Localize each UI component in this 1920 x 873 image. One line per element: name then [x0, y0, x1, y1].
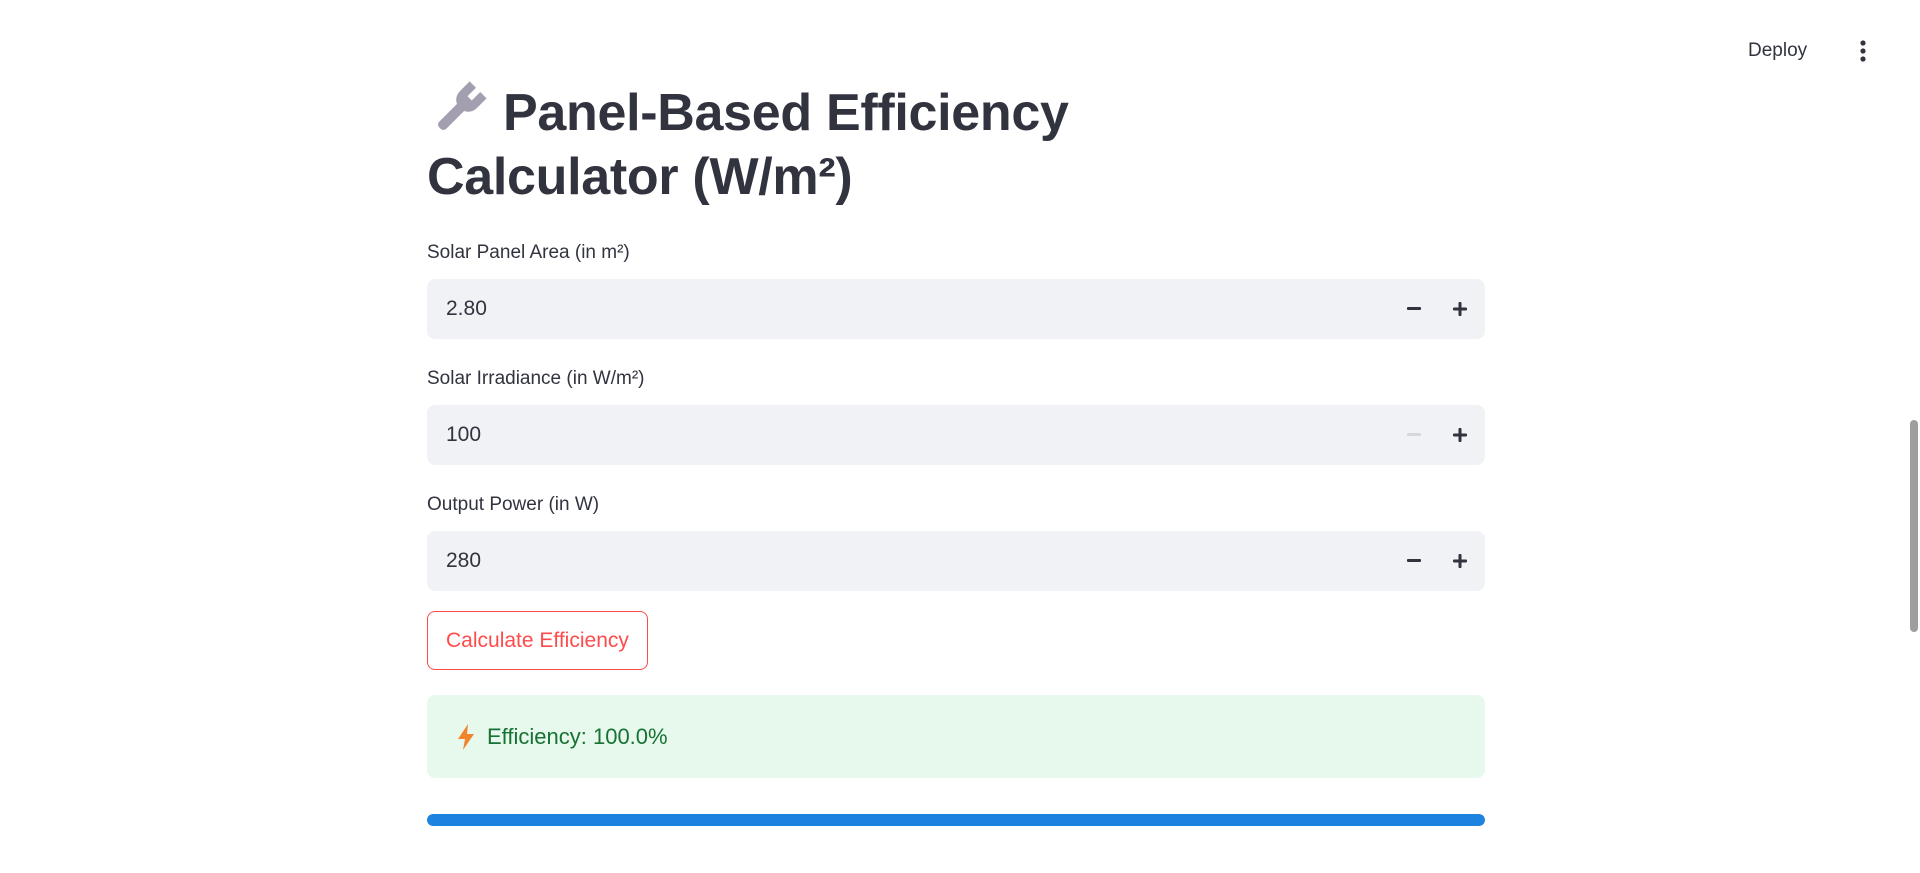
vertical-ellipsis-icon	[1860, 40, 1866, 62]
output-power-field: Output Power (in W)	[427, 492, 1485, 591]
panel-area-field: Solar Panel Area (in m²)	[427, 240, 1485, 339]
irradiance-field: Solar Irradiance (in W/m²)	[427, 366, 1485, 465]
app-root: Deploy Panel-Based Efficiency Calculator…	[0, 0, 1920, 873]
minus-icon	[1407, 307, 1421, 310]
page-scrollbar[interactable]	[1908, 0, 1920, 873]
plus-icon	[1453, 428, 1467, 442]
plus-icon	[1453, 554, 1467, 568]
irradiance-input[interactable]	[427, 405, 1327, 465]
output-power-input-wrapper	[427, 531, 1485, 591]
panel-area-input[interactable]	[427, 279, 1327, 339]
panel-area-increment-button[interactable]	[1437, 279, 1483, 339]
irradiance-decrement-button[interactable]	[1391, 405, 1437, 465]
calculate-efficiency-button[interactable]: Calculate Efficiency	[427, 611, 648, 670]
efficiency-progress-fill	[427, 814, 1485, 826]
efficiency-progress-bar	[427, 814, 1485, 826]
lightning-bolt-icon	[458, 723, 474, 750]
plus-icon	[1453, 302, 1467, 316]
irradiance-increment-button[interactable]	[1437, 405, 1483, 465]
main-content: Panel-Based Efficiency Calculator (W/m²)…	[427, 80, 1485, 826]
page-title: Panel-Based Efficiency Calculator (W/m²)	[427, 80, 1327, 209]
page-title-text: Panel-Based Efficiency Calculator (W/m²)	[427, 84, 1069, 206]
panel-area-input-wrapper	[427, 279, 1485, 339]
main-menu-button[interactable]	[1848, 36, 1878, 66]
efficiency-result-text: Efficiency: 100.0%	[487, 723, 668, 749]
output-power-increment-button[interactable]	[1437, 531, 1483, 591]
output-power-input[interactable]	[427, 531, 1327, 591]
efficiency-result-alert: Efficiency: 100.0%	[427, 695, 1485, 778]
panel-area-decrement-button[interactable]	[1391, 279, 1437, 339]
irradiance-input-wrapper	[427, 405, 1485, 465]
panel-area-label: Solar Panel Area (in m²)	[427, 242, 630, 263]
irradiance-label: Solar Irradiance (in W/m²)	[427, 368, 645, 389]
output-power-label: Output Power (in W)	[427, 494, 600, 515]
wrench-icon	[427, 80, 491, 138]
minus-icon	[1407, 559, 1421, 562]
minus-icon	[1407, 433, 1421, 436]
scrollbar-thumb[interactable]	[1910, 420, 1918, 632]
deploy-button[interactable]: Deploy	[1740, 36, 1815, 66]
output-power-decrement-button[interactable]	[1391, 531, 1437, 591]
